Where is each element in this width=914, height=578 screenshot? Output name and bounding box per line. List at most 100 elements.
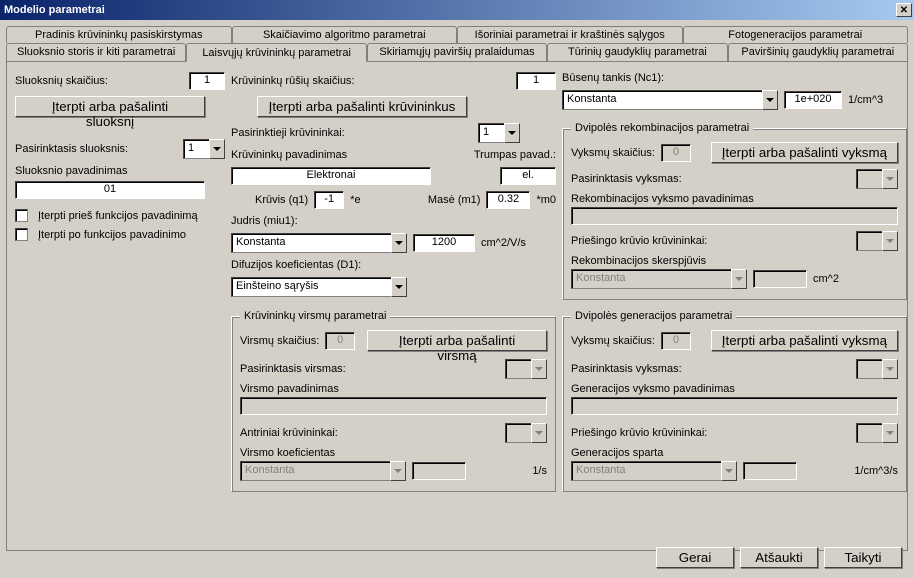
selected-carriers-select[interactable]: 1 <box>478 123 520 143</box>
charge-unit: *e <box>350 194 360 206</box>
gen-name-input <box>571 397 898 415</box>
tab-layer-thickness[interactable]: Sluoksnio storis ir kiti parametrai <box>6 43 186 61</box>
recomb-count-label: Vyksmų skaičius: <box>571 147 655 159</box>
trans-sel-select[interactable] <box>505 359 547 379</box>
window-title: Modelio parametrai <box>4 4 105 16</box>
recomb-opp-select[interactable] <box>856 231 898 251</box>
chevron-down-icon <box>721 461 737 481</box>
gen-count-label: Vyksmų skaičius: <box>571 335 655 347</box>
tab-initial-distribution[interactable]: Pradinis krūvininkų pasiskirstymas <box>6 26 232 43</box>
gen-rate-value <box>743 462 797 480</box>
layer-count-label: Sluoksnių skaičius: <box>15 75 108 87</box>
mobility-label: Judris (miu1): <box>231 215 556 227</box>
insert-remove-carrier-button[interactable]: Įterpti arba pašalinti krūvininkus <box>257 96 467 117</box>
tab-external-boundary[interactable]: Išoriniai parametrai ir kraštinės sąlygo… <box>457 26 683 43</box>
gen-rate-unit: 1/cm^3/s <box>854 465 898 477</box>
chevron-down-icon[interactable] <box>209 139 225 159</box>
checkbox-before-fn-label: Įterpti prieš funkcijos pavadinimą <box>38 210 198 222</box>
density-select[interactable]: Konstanta <box>562 90 778 110</box>
gen-sel-select[interactable] <box>856 359 898 379</box>
tab-photogeneration[interactable]: Fotogeneracijos parametrai <box>683 26 909 43</box>
density-unit: 1/cm^3 <box>848 94 883 106</box>
transformation-group: Krūvininkų virsmų parametrai Virsmų skai… <box>231 310 556 492</box>
insert-remove-layer-button[interactable]: Įterpti arba pašalinti sluoksnį <box>15 96 205 117</box>
gen-insert-button[interactable]: Įterpti arba pašalinti vyksmą <box>711 330 898 351</box>
mass-input[interactable]: 0.32 <box>486 191 530 209</box>
mobility-unit: cm^2/V/s <box>481 237 526 249</box>
recomb-insert-button[interactable]: Įterpti arba pašalinti vyksmą <box>711 142 898 163</box>
selected-carriers-label: Pasirinktieji krūvininkai: <box>231 127 345 139</box>
layer-name-input[interactable]: 01 <box>15 181 205 199</box>
tab-surface-traps[interactable]: Paviršinių gaudyklių parametrai <box>728 43 908 61</box>
layer-name-label: Sluoksnio pavadinimas <box>15 165 225 177</box>
mass-label: Masė (m1) <box>428 194 481 206</box>
tab-algorithm-params[interactable]: Skaičiavimo algoritmo parametrai <box>232 26 458 43</box>
recombination-legend: Dvipolės rekombinacijos parametrai <box>571 122 753 134</box>
checkbox-before-fn[interactable] <box>15 209 28 222</box>
apply-button[interactable]: Taikyti <box>824 547 902 568</box>
recomb-sel-label: Pasirinktasis vyksmas: <box>571 173 682 185</box>
tab-panel: Sluoksnių skaičius: 1 Įterpti arba pašal… <box>6 61 908 551</box>
tabs-row-2: Sluoksnio storis ir kiti parametrai Lais… <box>6 43 908 61</box>
close-icon[interactable]: ✕ <box>896 3 912 17</box>
chevron-down-icon[interactable] <box>391 277 407 297</box>
transformation-legend: Krūvininkų virsmų parametrai <box>240 310 390 322</box>
trans-sec-select[interactable] <box>505 423 547 443</box>
gen-opp-label: Priešingo krūvio krūvininkai: <box>571 427 707 439</box>
chevron-down-icon <box>390 461 406 481</box>
trans-coef-select[interactable]: Konstanta <box>240 461 406 481</box>
titlebar: Modelio parametrai ✕ <box>0 0 914 20</box>
generation-group: Dvipolės generacijos parametrai Vyksmų s… <box>562 310 907 492</box>
layer-count-input[interactable]: 1 <box>189 72 225 90</box>
checkbox-after-fn[interactable] <box>15 228 28 241</box>
carrier-types-label: Krūvininkų rūšių skaičius: <box>231 75 355 87</box>
recomb-count-input[interactable]: 0 <box>661 144 691 162</box>
carrier-types-input[interactable]: 1 <box>516 72 556 90</box>
gen-name-label: Generacijos vyksmo pavadinimas <box>571 383 898 395</box>
selected-layer-select[interactable]: 1 <box>183 139 225 159</box>
middle-column: Krūvininkų rūšių skaičius: 1 Įterpti arb… <box>231 72 556 300</box>
gen-rate-label: Generacijos sparta <box>571 447 898 459</box>
chevron-down-icon <box>531 423 547 443</box>
tab-volume-traps[interactable]: Tūrinių gaudyklių parametrai <box>547 43 727 61</box>
gen-rate-select[interactable]: Konstanta <box>571 461 737 481</box>
mobility-value-input[interactable]: 1200 <box>413 234 475 252</box>
charge-input[interactable]: -1 <box>314 191 344 209</box>
selected-layer-label: Pasirinktasis sluoksnis: <box>15 143 128 155</box>
chevron-down-icon[interactable] <box>762 90 778 110</box>
carrier-name-label: Krūvininkų pavadinimas <box>231 149 468 161</box>
chevron-down-icon <box>882 169 898 189</box>
chevron-down-icon <box>882 359 898 379</box>
trans-coef-unit: 1/s <box>532 465 547 477</box>
tab-interface-permeability[interactable]: Skiriamųjų paviršių pralaidumas <box>367 43 547 61</box>
diffusion-select[interactable]: Einšteino sąryšis <box>231 277 407 297</box>
mobility-select[interactable]: Konstanta <box>231 233 407 253</box>
tabs-row-1: Pradinis krūvininkų pasiskirstymas Skaič… <box>6 26 908 43</box>
recomb-cs-value <box>753 270 807 288</box>
density-value-input[interactable]: 1e+020 <box>784 91 842 109</box>
trans-name-input <box>240 397 547 415</box>
chevron-down-icon <box>731 269 747 289</box>
generation-legend: Dvipolės generacijos parametrai <box>571 310 736 322</box>
gen-count-input[interactable]: 0 <box>661 332 691 350</box>
trans-name-label: Virsmo pavadinimas <box>240 383 547 395</box>
recomb-cs-select[interactable]: Konstanta <box>571 269 747 289</box>
ok-button[interactable]: Gerai <box>656 547 734 568</box>
recombination-group: Dvipolės rekombinacijos parametrai Vyksm… <box>562 122 907 300</box>
carrier-name-input[interactable]: Elektronai <box>231 167 431 185</box>
cancel-button[interactable]: Atšaukti <box>740 547 818 568</box>
short-name-input[interactable]: el. <box>500 167 556 185</box>
charge-label: Krūvis (q1) <box>255 194 308 206</box>
tab-free-carriers[interactable]: Laisvųjų krūvininkų parametrai <box>186 43 366 62</box>
gen-opp-select[interactable] <box>856 423 898 443</box>
gen-sel-label: Pasirinktasis vyksmas: <box>571 363 682 375</box>
dialog-buttons: Gerai Atšaukti Taikyti <box>656 547 902 568</box>
recomb-sel-select[interactable] <box>856 169 898 189</box>
trans-insert-button[interactable]: Įterpti arba pašalinti virsmą <box>367 330 547 351</box>
recomb-cs-unit: cm^2 <box>813 273 839 285</box>
short-name-label: Trumpas pavad.: <box>474 149 556 161</box>
chevron-down-icon[interactable] <box>391 233 407 253</box>
trans-count-input[interactable]: 0 <box>325 332 355 350</box>
chevron-down-icon[interactable] <box>504 123 520 143</box>
recomb-cs-label: Rekombinacijos skerspjūvis <box>571 255 898 267</box>
